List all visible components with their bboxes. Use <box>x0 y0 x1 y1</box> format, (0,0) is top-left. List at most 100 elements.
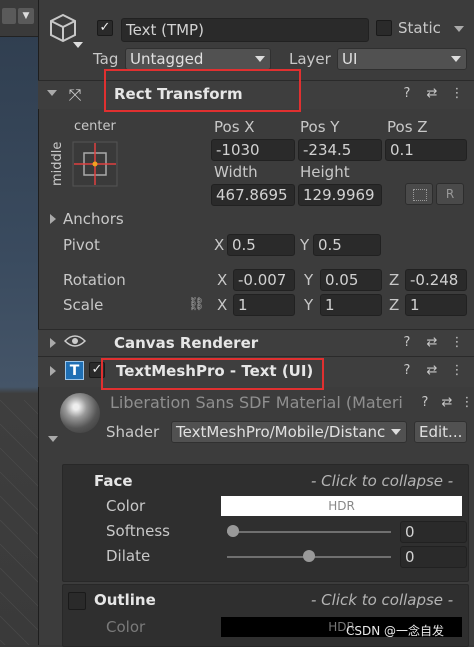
edit-shader-button[interactable]: Edit... <box>414 421 467 443</box>
dilate-slider-knob[interactable] <box>303 550 315 562</box>
chevron-down-icon[interactable]: ▼ <box>18 8 34 24</box>
material-name: Liberation Sans SDF Material (Materi <box>110 393 403 412</box>
textmeshpro-icon: T <box>65 361 84 380</box>
pivot-label: Pivot <box>63 236 100 254</box>
layer-dropdown[interactable]: UI <box>337 48 467 70</box>
presets-icon[interactable]: ⇄ <box>440 396 454 410</box>
shader-dropdown[interactable]: TextMeshPro/Mobile/Distanc <box>171 421 407 443</box>
rotation-z-field[interactable]: -0.248 <box>405 269 467 291</box>
anchors-foldout-arrow[interactable] <box>50 214 56 224</box>
softness-field[interactable]: 0 <box>400 521 467 543</box>
scale-y-field[interactable]: 1 <box>320 294 382 316</box>
rotation-y-field[interactable]: 0.05 <box>320 269 382 291</box>
anchor-horizontal-label: center <box>74 119 116 134</box>
rotation-y-label: Y <box>304 271 314 289</box>
anchor-presets-button[interactable] <box>72 141 118 187</box>
scene-grid <box>0 400 38 645</box>
dilate-field[interactable]: 0 <box>400 546 467 568</box>
rotation-x-field[interactable]: -0.007 <box>233 269 295 291</box>
scale-x-label: X <box>217 296 228 314</box>
eye-icon <box>63 333 87 349</box>
dilate-label: Dilate <box>106 547 151 565</box>
object-name-input[interactable]: Text (TMP) <box>121 18 369 42</box>
face-color-swatch[interactable]: HDR <box>221 496 462 516</box>
scale-y-label: Y <box>304 296 314 314</box>
softness-slider-knob[interactable] <box>227 525 239 537</box>
pos-z-label: Pos Z <box>387 118 428 136</box>
layer-label: Layer <box>289 50 331 68</box>
scene-toolbar: ▼ <box>0 0 38 37</box>
scale-z-field[interactable]: 1 <box>405 294 467 316</box>
scale-z-label: Z <box>389 296 400 314</box>
canvas-renderer-title: Canvas Renderer <box>114 334 259 352</box>
pos-y-label: Pos Y <box>300 118 340 136</box>
anchors-label[interactable]: Anchors <box>63 210 124 228</box>
help-icon[interactable]: ? <box>400 336 414 350</box>
foldout-arrow-icon[interactable] <box>50 366 56 376</box>
help-icon[interactable]: ? <box>400 87 414 101</box>
pivot-y-field[interactable]: 0.5 <box>313 234 381 256</box>
rotation-label: Rotation <box>63 271 126 289</box>
pos-z-field[interactable]: 0.1 <box>385 139 467 161</box>
face-color-label: Color <box>106 497 146 515</box>
material-preview-icon <box>60 393 100 433</box>
anchor-vertical-label: middle <box>50 141 65 186</box>
pivot-x-field[interactable]: 0.5 <box>227 234 295 256</box>
presets-icon[interactable]: ⇄ <box>425 336 439 350</box>
scale-x-field[interactable]: 1 <box>233 294 295 316</box>
presets-icon[interactable]: ⇄ <box>425 87 439 101</box>
softness-slider-track[interactable] <box>227 531 391 533</box>
rect-transform-icon: ⤧ <box>68 85 82 104</box>
highlight-box <box>104 69 301 112</box>
gameobject-cube-icon <box>48 12 78 46</box>
raw-edit-button[interactable]: R <box>436 183 464 205</box>
rotation-z-label: Z <box>389 271 400 289</box>
blueprint-icon <box>413 189 427 201</box>
height-label: Height <box>300 163 350 181</box>
outline-checkbox[interactable] <box>68 592 86 610</box>
active-checkbox[interactable]: ✓ <box>97 20 113 36</box>
help-icon[interactable]: ? <box>400 364 414 378</box>
presets-icon[interactable]: ⇄ <box>425 364 439 378</box>
outline-color-label: Color <box>106 618 146 636</box>
height-field[interactable]: 129.9969 <box>298 184 382 206</box>
icon-dropdown-arrow[interactable] <box>73 42 83 48</box>
static-checkbox[interactable] <box>376 20 392 36</box>
help-icon[interactable]: ? <box>418 396 432 410</box>
pos-x-label: Pos X <box>214 118 255 136</box>
material-foldout-arrow[interactable] <box>48 436 58 442</box>
pos-y-field[interactable]: -234.5 <box>298 139 382 161</box>
shader-label: Shader <box>106 423 160 441</box>
watermark-text: CSDN @一念自发 <box>346 624 445 638</box>
face-collapse-hint[interactable]: - Click to collapse - <box>311 472 453 490</box>
chevron-down-icon <box>391 429 401 435</box>
face-title[interactable]: Face <box>94 472 133 490</box>
static-label: Static <box>398 19 441 37</box>
foldout-arrow-icon[interactable] <box>50 338 56 348</box>
tag-value: Untagged <box>130 50 204 68</box>
layer-value: UI <box>342 50 358 68</box>
scale-label: Scale <box>63 296 104 314</box>
pivot-y-label: Y <box>300 236 310 254</box>
scene-view-strip[interactable]: ▼ <box>0 0 38 645</box>
chevron-down-icon <box>255 56 265 62</box>
more-options-icon[interactable]: ⋮ <box>450 87 464 101</box>
chevron-down-icon <box>451 56 461 62</box>
tag-label: Tag <box>93 50 119 68</box>
static-dropdown-arrow[interactable] <box>454 26 464 32</box>
blueprint-mode-button[interactable] <box>405 183 433 205</box>
gizmo-icon[interactable] <box>2 8 16 24</box>
width-field[interactable]: 467.8695 <box>211 184 295 206</box>
pos-x-field[interactable]: -1030 <box>211 139 295 161</box>
rotation-x-label: X <box>217 271 228 289</box>
more-options-icon[interactable]: ⋮ <box>460 396 474 410</box>
tag-dropdown[interactable]: Untagged <box>125 48 271 70</box>
foldout-arrow-icon[interactable] <box>47 90 57 96</box>
more-options-icon[interactable]: ⋮ <box>450 364 464 378</box>
shader-value: TextMeshPro/Mobile/Distanc <box>176 423 386 441</box>
link-scale-icon[interactable]: ⛓ <box>188 297 206 313</box>
outline-collapse-hint[interactable]: - Click to collapse - <box>311 591 453 609</box>
more-options-icon[interactable]: ⋮ <box>450 336 464 350</box>
pivot-x-label: X <box>214 236 225 254</box>
outline-title[interactable]: Outline <box>94 591 156 609</box>
